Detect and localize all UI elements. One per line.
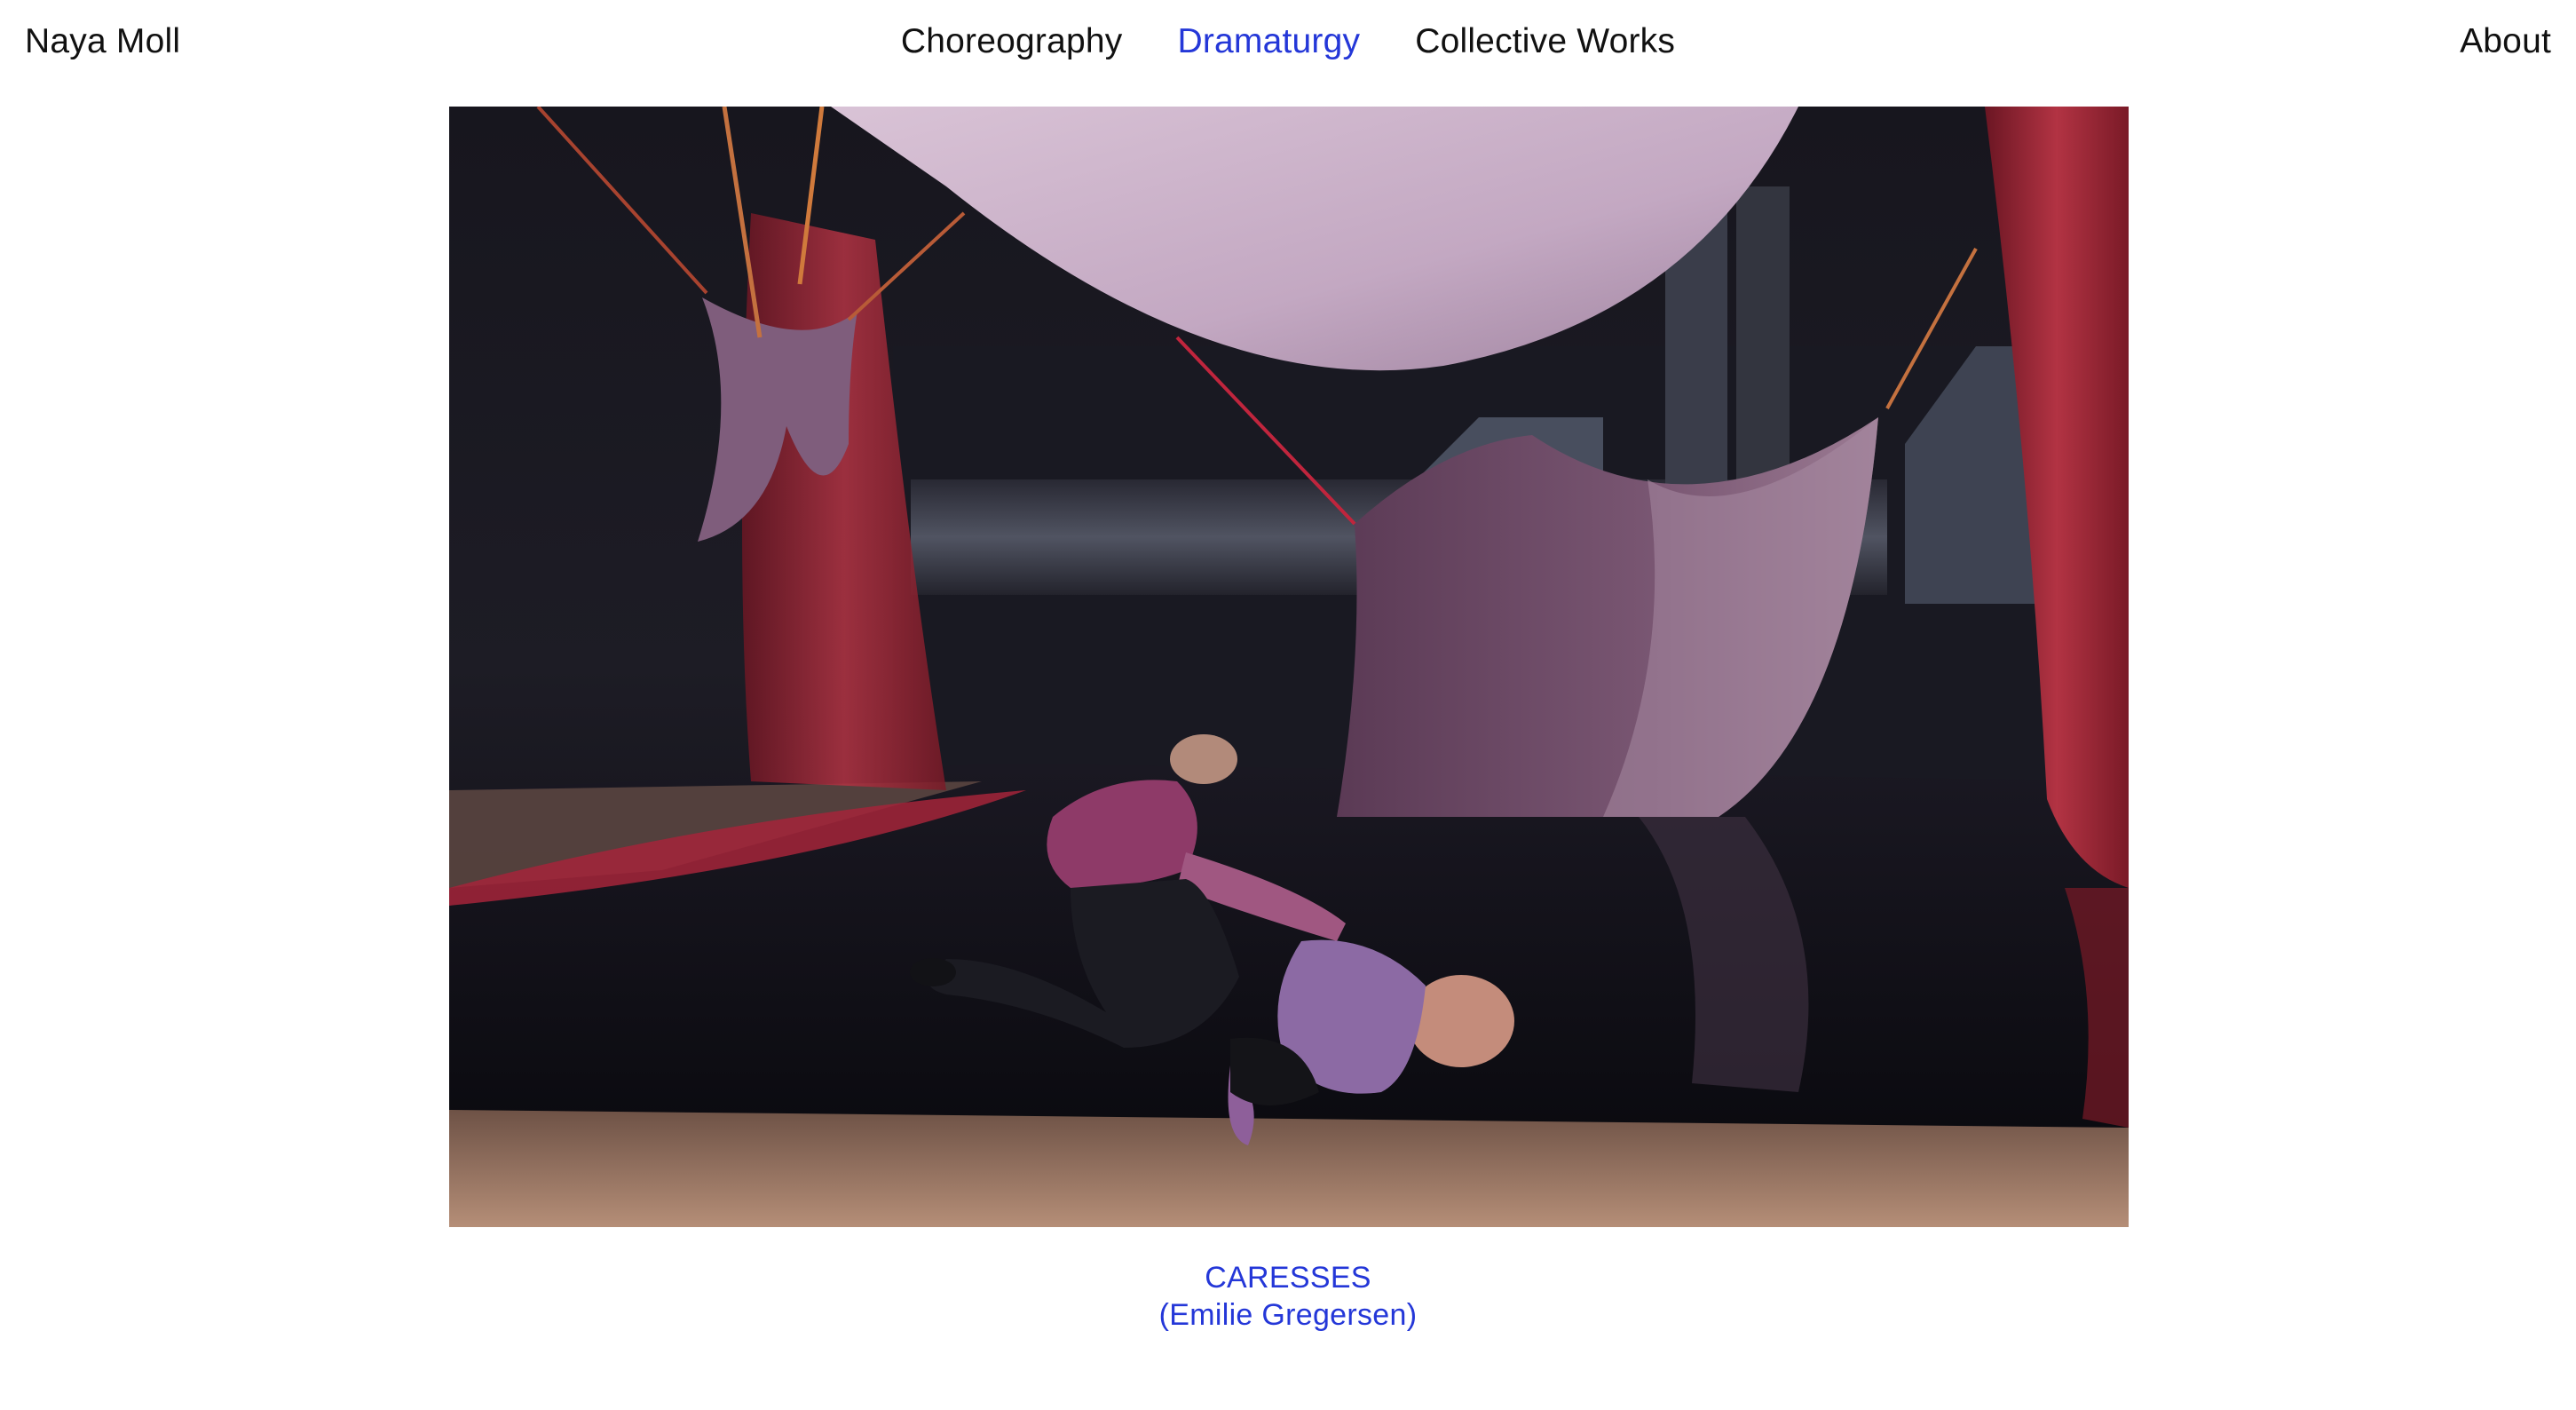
about-link[interactable]: About	[2460, 16, 2551, 67]
project-title-link[interactable]: CARESSES	[0, 1259, 2576, 1296]
project-credit-link[interactable]: (Emilie Gregersen)	[0, 1296, 2576, 1334]
project-photo[interactable]	[449, 107, 2129, 1227]
project-caption: CARESSES (Emilie Gregersen)	[0, 1259, 2576, 1334]
performance-photo-illustration	[449, 107, 2129, 1227]
main-nav: Choreography Dramaturgy Collective Works	[0, 16, 2576, 67]
nav-item-collective-works[interactable]: Collective Works	[1415, 16, 1675, 67]
nav-item-dramaturgy[interactable]: Dramaturgy	[1177, 16, 1360, 67]
site-name-link[interactable]: Naya Moll	[25, 16, 180, 67]
nav-item-choreography[interactable]: Choreography	[901, 16, 1123, 67]
page: Naya Moll Choreography Dramaturgy Collec…	[0, 0, 2576, 1410]
main-nav-items: Choreography Dramaturgy Collective Works	[901, 16, 1675, 67]
